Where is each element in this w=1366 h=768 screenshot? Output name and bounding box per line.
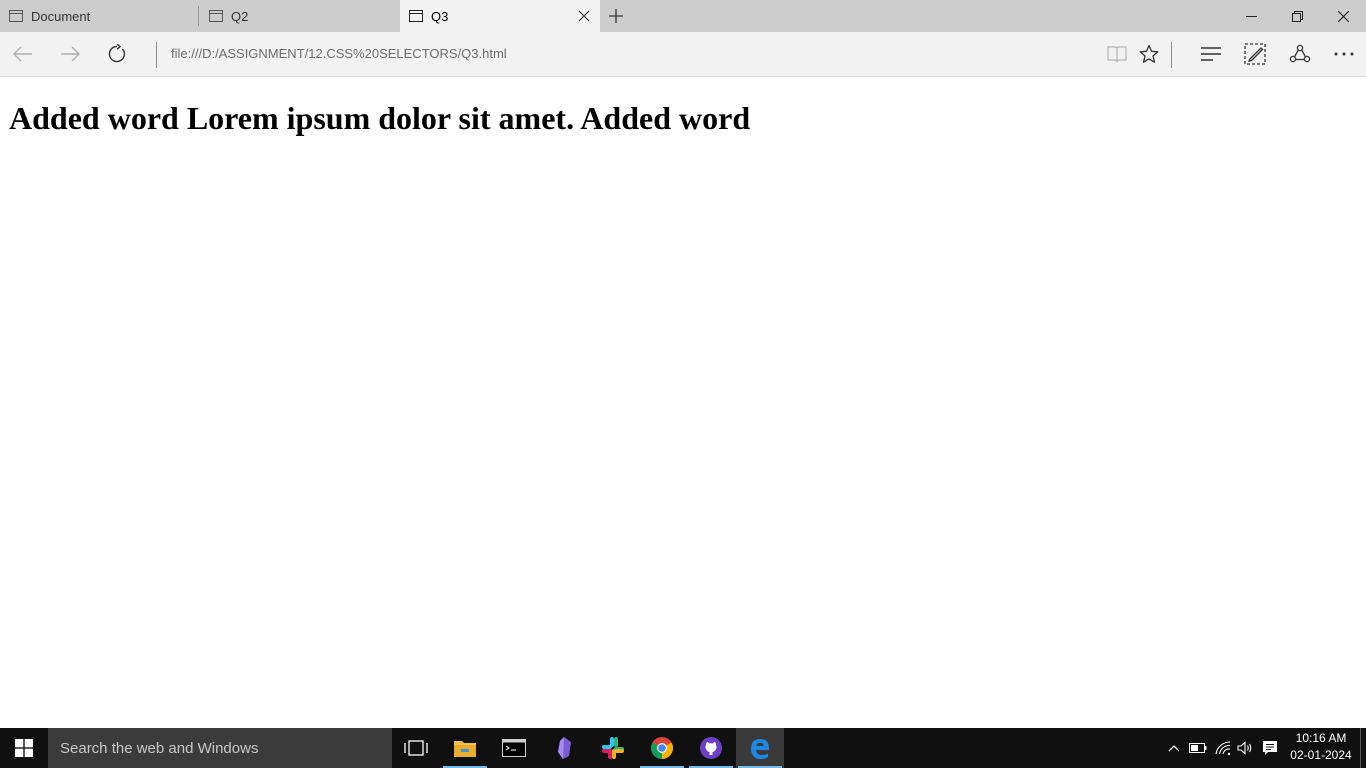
back-arrow-icon (13, 46, 32, 62)
start-button[interactable] (0, 728, 48, 768)
page-heading: Added word Lorem ipsum dolor sit amet. A… (9, 100, 751, 136)
chrome-button[interactable] (638, 728, 686, 768)
hub-button[interactable] (1195, 38, 1227, 70)
tab-q3[interactable]: Q3 (400, 0, 600, 32)
notification-icon (1263, 741, 1277, 755)
windows-logo-icon (15, 739, 33, 757)
page-icon (8, 8, 24, 24)
github-icon (700, 737, 722, 759)
close-tab-icon[interactable] (576, 8, 592, 24)
battery-button[interactable] (1187, 728, 1209, 768)
new-tab-button[interactable] (604, 4, 628, 28)
show-hidden-icons-button[interactable] (1164, 728, 1184, 768)
close-icon (1337, 10, 1349, 22)
tab-q2[interactable]: Q2 (200, 0, 400, 32)
chevron-up-icon (1168, 745, 1180, 752)
terminal-icon (502, 739, 526, 757)
slack-icon (602, 737, 624, 759)
hub-lines-icon (1201, 47, 1221, 61)
close-window-button[interactable] (1320, 0, 1366, 32)
edge-button[interactable] (736, 728, 784, 768)
wifi-icon (1215, 741, 1231, 756)
tab-document[interactable]: Document (0, 0, 198, 32)
speaker-icon (1237, 741, 1252, 755)
refresh-button[interactable] (101, 38, 133, 70)
share-button[interactable] (1284, 38, 1316, 70)
book-icon (1107, 46, 1127, 63)
tab-title: Q3 (431, 8, 449, 24)
task-view-button[interactable] (392, 728, 440, 768)
action-center-button[interactable] (1259, 728, 1281, 768)
github-desktop-button[interactable] (687, 728, 735, 768)
clock-date: 02-01-2024 (1290, 748, 1352, 762)
volume-button[interactable] (1235, 728, 1255, 768)
minimize-icon (1245, 15, 1257, 17)
taskbar-clock[interactable]: 10:16 AM 02-01-2024 (1284, 730, 1358, 766)
command-prompt-button[interactable] (490, 728, 538, 768)
file-explorer-button[interactable] (441, 728, 489, 768)
search-placeholder: Search the web and Windows (60, 739, 259, 757)
tab-strip: Document Q2 Q3 (0, 0, 1366, 32)
forward-button[interactable] (54, 38, 86, 70)
forward-arrow-icon (61, 46, 80, 62)
network-button[interactable] (1212, 728, 1234, 768)
minimize-button[interactable] (1228, 0, 1274, 32)
navigation-bar: file:///D:/ASSIGNMENT/12.CSS%20SELECTORS… (0, 32, 1366, 77)
chrome-icon (651, 737, 673, 759)
page-content: Added word Lorem ipsum dolor sit amet. A… (0, 78, 1366, 728)
more-button[interactable] (1328, 38, 1360, 70)
obsidian-icon (558, 737, 571, 759)
page-icon (408, 8, 424, 24)
address-bar[interactable]: file:///D:/ASSIGNMENT/12.CSS%20SELECTORS… (171, 46, 507, 61)
back-button[interactable] (7, 38, 39, 70)
folder-icon (454, 741, 476, 757)
restore-icon (1291, 10, 1303, 22)
page-icon (208, 8, 224, 24)
edge-icon (751, 739, 769, 759)
web-note-icon (1244, 43, 1266, 65)
taskbar: Search the web and Windows 10:16 AM 02-0… (0, 728, 1366, 768)
refresh-icon (108, 44, 126, 63)
toolbar-separator (1171, 42, 1172, 68)
restore-button[interactable] (1274, 0, 1320, 32)
address-separator (156, 42, 157, 68)
clock-time: 10:16 AM (1295, 731, 1347, 745)
battery-icon (1189, 743, 1207, 753)
taskbar-search-box[interactable]: Search the web and Windows (48, 728, 392, 768)
web-note-button[interactable] (1239, 38, 1271, 70)
tab-divider (198, 6, 199, 26)
share-icon (1289, 44, 1311, 63)
task-view-icon (404, 740, 428, 756)
reading-view-button[interactable] (1101, 38, 1133, 70)
tab-title: Q2 (231, 8, 249, 24)
obsidian-button[interactable] (540, 728, 588, 768)
show-desktop-button[interactable] (1360, 728, 1361, 768)
favorite-button[interactable] (1133, 38, 1165, 70)
plus-icon (609, 9, 623, 23)
tab-title: Document (31, 8, 91, 24)
slack-button[interactable] (589, 728, 637, 768)
star-icon (1139, 44, 1159, 63)
ellipsis-icon (1334, 52, 1354, 56)
